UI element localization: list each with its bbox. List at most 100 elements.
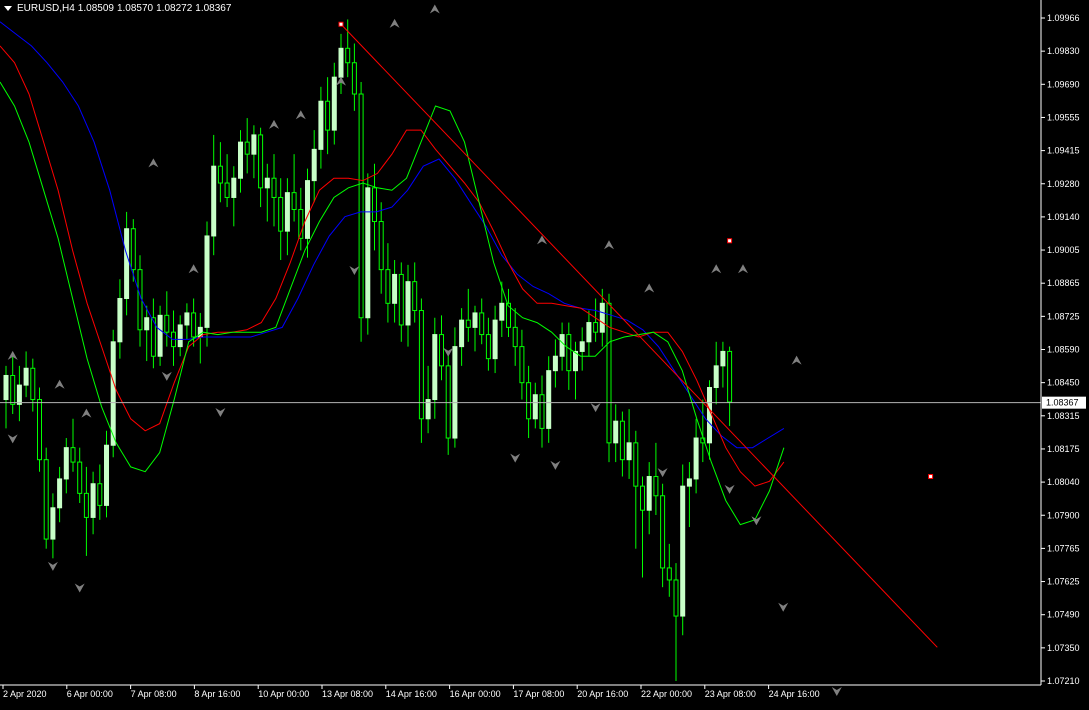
bear-candle [479,312,485,336]
price-tick-label: 1.07900 [1047,510,1080,520]
bull-candle [707,387,712,444]
bear-candle [258,134,264,189]
bull-candle [284,192,290,232]
bear-candle [244,141,250,155]
price-tick-label: 1.07765 [1047,543,1080,553]
bull-candle [124,228,130,300]
time-tick-label: 23 Apr 08:00 [705,689,756,699]
time-tick-label: 22 Apr 00:00 [641,689,692,699]
chart-header: EURUSD,H4 1.08509 1.08570 1.08272 1.0836… [4,3,231,14]
trendline-anchor-point[interactable] [338,21,344,27]
bull-candle [559,334,565,357]
ohlc-open: 1.08509 [77,3,114,14]
bull-candle [231,177,237,198]
time-tick-label: 20 Apr 16:00 [577,689,628,699]
bull-candle [499,302,505,321]
price-tick-label: 1.08315 [1047,411,1080,421]
bear-candle [83,492,89,518]
current-price-text: 1.08367 [1046,398,1079,408]
bull-candle [157,314,163,357]
bull-candle [318,100,324,150]
bear-candle [358,93,364,319]
price-tick-label: 1.09555 [1047,112,1080,122]
current-price-label: 1.08367 [1042,396,1086,409]
bull-candle [50,507,56,540]
bear-candle [666,567,672,581]
bull-candle [338,47,344,78]
bull-candle [311,148,317,182]
chart-window[interactable]: 1.09966 1.09830 1.09690 1.09555 1.09415 1.092… [0,0,1089,705]
price-tick-label: 1.09830 [1047,46,1080,56]
bull-candle [104,444,109,506]
bear-candle [164,314,170,333]
bear-candle [130,228,136,271]
bear-candle [619,420,625,461]
bear-candle [325,100,331,131]
bear-candle [539,394,545,429]
bear-candle [412,281,418,312]
bear-candle [445,365,451,439]
bull-candle [211,165,217,237]
price-chart[interactable]: 1.09966 1.09830 1.09690 1.09555 1.09415 1.092… [0,0,1089,705]
bull-candle [365,187,371,319]
bull-candle [552,355,558,372]
bear-candle [10,374,16,405]
bear-candle [378,221,384,271]
bull-candle [305,180,310,239]
time-tick-label: 24 Apr 16:00 [769,689,820,699]
bear-candle [593,322,599,333]
trendline-anchor-point[interactable] [727,238,733,244]
bear-candle [606,302,612,444]
bull-candle [680,485,686,617]
ohlc-low: 1.08272 [156,3,193,14]
price-tick-label: 1.09140 [1047,212,1080,222]
ohlc-high: 1.08570 [116,3,154,14]
bear-candle [633,442,639,487]
bear-candle [385,269,391,304]
bull-candle [646,476,652,511]
bull-candle [392,273,398,304]
bull-candle [251,134,257,155]
bear-candle [566,334,572,372]
bull-candle [713,365,719,389]
bear-candle [653,476,659,497]
bull-candle [117,298,123,343]
bear-candle [727,350,733,403]
price-tick-label: 1.08450 [1047,378,1080,388]
bull-candle [432,334,438,401]
time-tick-label: 10 Apr 00:00 [258,689,309,699]
bull-candle [177,324,183,348]
bear-candle [37,399,42,461]
price-tick-label: 1.09415 [1047,146,1080,156]
bull-candle [184,312,190,326]
price-tick-label: 1.07625 [1047,577,1080,587]
ohlc-close: 1.08367 [195,3,232,14]
time-tick-label: 16 Apr 00:00 [450,689,501,699]
bear-candle [398,273,404,326]
bear-candle [30,367,36,401]
bull-candle [546,370,552,429]
price-tick-label: 1.09690 [1047,79,1080,89]
time-tick-label: 13 Apr 08:00 [322,689,373,699]
time-tick-label: 6 Apr 00:00 [67,689,113,699]
bull-candle [264,177,270,189]
bull-candle [204,235,210,328]
time-tick-label: 8 Apr 16:00 [194,689,240,699]
collapse-triangle-icon[interactable] [4,6,12,11]
bull-candle [405,281,411,326]
bull-candle [626,442,632,461]
price-tick-label: 1.08865 [1047,278,1080,288]
trendline-anchor-point[interactable] [928,474,934,480]
bull-candle [586,322,592,343]
bull-candle [144,317,150,331]
bull-candle [720,350,726,367]
bull-candle [110,341,116,446]
bear-candle [439,334,444,367]
bear-candle [291,192,297,210]
price-tick-label: 1.07350 [1047,643,1080,653]
price-tick-label: 1.09280 [1047,179,1080,189]
bear-candle [485,334,491,360]
price-tick-label: 1.07210 [1047,676,1080,686]
bear-candle [660,495,666,569]
time-tick-label: 7 Apr 08:00 [131,689,177,699]
